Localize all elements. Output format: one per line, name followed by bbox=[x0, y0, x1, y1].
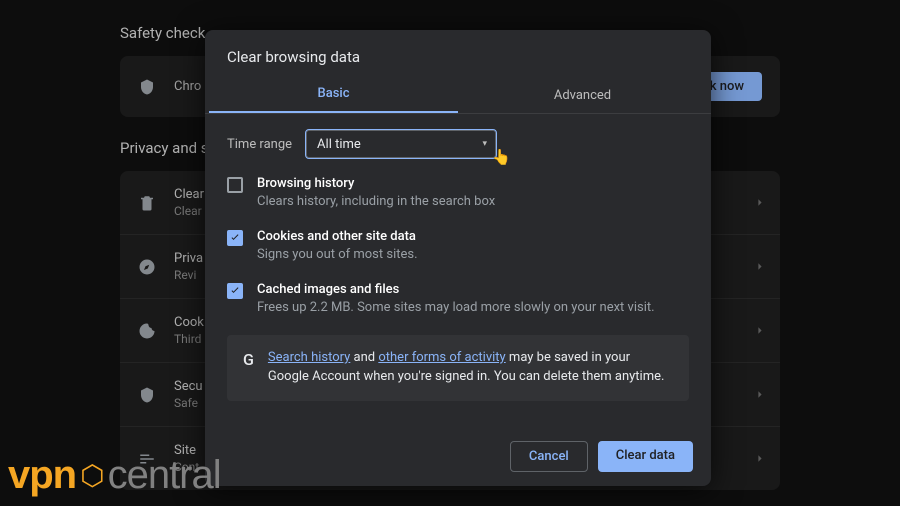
safety-check-text: Chro bbox=[174, 79, 201, 94]
google-account-info: G Search history and other forms of acti… bbox=[227, 335, 689, 401]
trash-icon bbox=[138, 194, 156, 212]
chevron-right-icon bbox=[756, 387, 764, 402]
clear-browsing-data-dialog: Clear browsing data Basic Advanced Time … bbox=[205, 30, 711, 486]
option-browsing-history[interactable]: Browsing history Clears history, includi… bbox=[227, 176, 689, 209]
chevron-right-icon bbox=[756, 323, 764, 338]
tab-basic[interactable]: Basic bbox=[209, 86, 458, 113]
option-title: Browsing history bbox=[257, 176, 495, 191]
dialog-title: Clear browsing data bbox=[205, 30, 711, 80]
compass-icon bbox=[138, 258, 156, 276]
cancel-button[interactable]: Cancel bbox=[510, 441, 588, 472]
shield-icon: ⬡ bbox=[80, 459, 103, 492]
cursor-icon: 👆 bbox=[492, 148, 511, 166]
checkbox-browsing-history[interactable] bbox=[227, 177, 243, 193]
tab-advanced[interactable]: Advanced bbox=[458, 88, 707, 113]
link-other-activity[interactable]: other forms of activity bbox=[378, 350, 505, 365]
time-range-label: Time range bbox=[227, 137, 292, 152]
info-text: Search history and other forms of activi… bbox=[268, 349, 673, 387]
link-search-history[interactable]: Search history bbox=[268, 350, 350, 365]
option-title: Cookies and other site data bbox=[257, 229, 418, 244]
option-cookies[interactable]: Cookies and other site data Signs you ou… bbox=[227, 229, 689, 262]
option-title: Cached images and files bbox=[257, 282, 655, 297]
time-range-select[interactable]: All time ▾ 👆 bbox=[306, 130, 496, 158]
google-icon: G bbox=[243, 350, 254, 369]
option-subtitle: Clears history, including in the search … bbox=[257, 194, 495, 209]
option-cache[interactable]: Cached images and files Frees up 2.2 MB.… bbox=[227, 282, 689, 315]
chevron-right-icon bbox=[756, 195, 764, 210]
cookie-icon bbox=[138, 322, 156, 340]
option-subtitle: Frees up 2.2 MB. Some sites may load mor… bbox=[257, 300, 655, 315]
dialog-body: Time range All time ▾ 👆 Browsing history… bbox=[205, 114, 711, 427]
watermark-logo: vpn ⬡ central bbox=[8, 453, 221, 498]
option-subtitle: Signs you out of most sites. bbox=[257, 247, 418, 262]
chevron-right-icon bbox=[756, 451, 764, 466]
dialog-footer: Cancel Clear data bbox=[205, 427, 711, 486]
shield-icon bbox=[138, 386, 156, 404]
checkbox-cookies[interactable] bbox=[227, 230, 243, 246]
checkbox-cache[interactable] bbox=[227, 283, 243, 299]
time-range-value: All time bbox=[317, 137, 361, 152]
time-range-row: Time range All time ▾ 👆 bbox=[227, 130, 689, 158]
chevron-down-icon: ▾ bbox=[483, 139, 488, 149]
clear-data-button[interactable]: Clear data bbox=[598, 441, 693, 472]
chevron-right-icon bbox=[756, 259, 764, 274]
dialog-tabs: Basic Advanced bbox=[205, 80, 711, 114]
shield-icon bbox=[138, 78, 156, 96]
